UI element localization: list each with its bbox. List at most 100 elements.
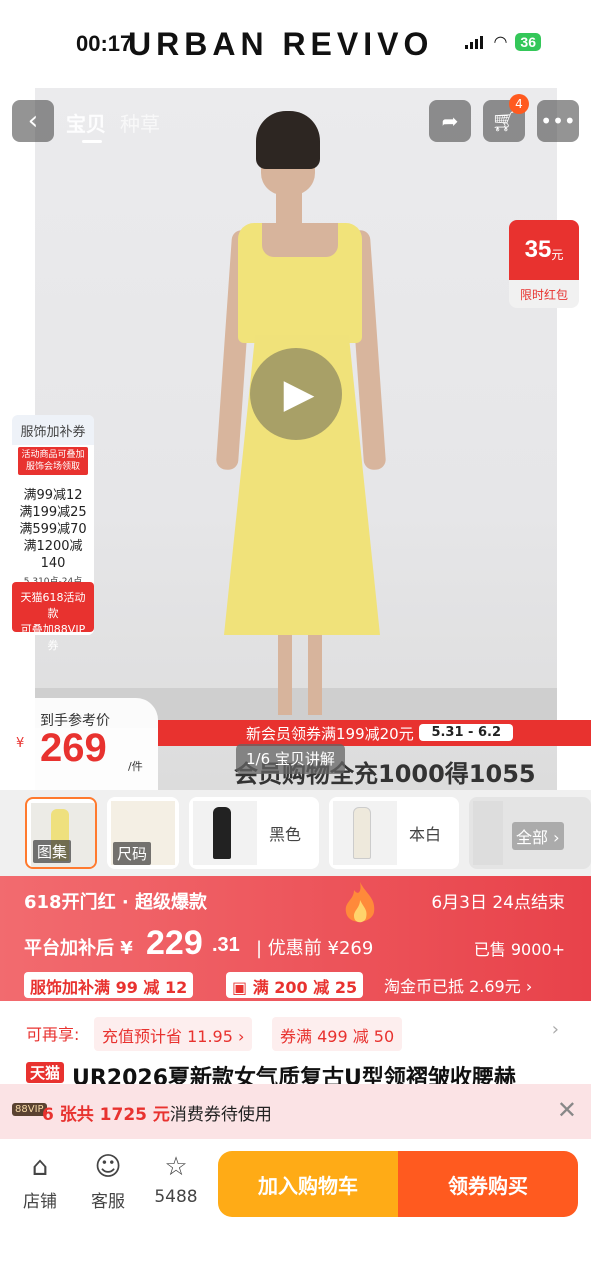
red-packet-label: 限时红包 [519, 288, 568, 302]
red-packet-amount: 35 [524, 236, 552, 263]
coupon-rule: 满99减12 [23, 488, 83, 503]
chevron-right-icon: › [238, 1027, 245, 1046]
chevron-left-icon: ‹ [27, 106, 39, 136]
reference-price: 到手参考价 ¥ 269 /件 [0, 698, 158, 790]
shop-button[interactable]: ⌂ 店铺 [12, 1151, 68, 1212]
status-icons: ◠ 36 [465, 32, 541, 51]
store-discount-label: 满 200 减 25 [252, 978, 358, 997]
play-icon: ▶ [283, 371, 315, 417]
store-icon: ▣ [232, 978, 248, 997]
voucher-tail: 消费券待使用 [169, 1105, 272, 1125]
tab-seeding[interactable]: 种草 [120, 108, 160, 137]
add-to-cart-button[interactable]: 加入购物车 [218, 1151, 398, 1217]
model-leg [278, 635, 292, 715]
ref-price-value: 269 [40, 726, 107, 770]
banner-price: 229 [146, 924, 203, 962]
red-packet-amount-area: 35 元 [509, 220, 579, 280]
promo-text: 新会员领券满199减20元 [246, 724, 414, 743]
share-icon: ➦ [441, 109, 459, 133]
thumbnail-dress [213, 807, 231, 859]
top-actions: ➦ 🛒︎ 4 ••• [429, 94, 579, 142]
ref-price-unit: /件 [128, 760, 143, 773]
recharge-savings-chip[interactable]: 充值预计省 11.95 › [94, 1017, 253, 1051]
chevron-right-icon: › [553, 828, 560, 847]
video-explain-tag[interactable]: 1/6 宝贝讲解 [236, 744, 345, 774]
thumbnail-label: 尺码 [113, 842, 152, 865]
banner-title: 618开门红 · 超级爆款 [24, 892, 207, 913]
red-packet-unit: 元 [551, 247, 564, 262]
color-white-label: 本白 [409, 825, 442, 844]
benefits-label: 可再享: [26, 1025, 80, 1044]
media-thumbnails: 图集 尺码 黑色 本白 全部 › [0, 790, 591, 876]
vip-voucher-bar[interactable]: 88VIP 6 张共 1725 元消费券待使用 ✕ [0, 1084, 591, 1139]
extra-benefits[interactable]: 可再享: 充值预计省 11.95 › 券满 499 减 50 › [0, 1001, 591, 1065]
close-icon[interactable]: ✕ [557, 1096, 577, 1124]
apparel-subsidy-chip[interactable]: 服饰加补满 99 减 12 [24, 972, 194, 998]
brand-logo: URBAN REVIVO [128, 26, 434, 62]
vip-card-line: 天猫618活动款 [20, 591, 86, 620]
top-nav: ‹ 宝贝 种草 ➦ 🛒︎ 4 ••• [0, 94, 591, 144]
thumbnail-gallery[interactable]: 图集 [25, 797, 97, 869]
shop-label: 店铺 [23, 1192, 57, 1212]
status-time: 00:17 [76, 31, 133, 56]
cart-badge: 4 [509, 94, 529, 114]
play-video-button[interactable]: ▶ [250, 348, 342, 440]
chevron-right-icon[interactable]: › [552, 1019, 559, 1040]
banner-price-label: 平台加补后 ¥ [24, 934, 133, 960]
coupon-threshold-chip[interactable]: 券满 499 减 50 [272, 1017, 403, 1051]
battery-icon: 36 [515, 32, 541, 51]
sold-count: 已售 9000+ [473, 940, 565, 959]
chevron-right-icon: › [525, 977, 533, 996]
dress-neckline [262, 223, 338, 257]
tab-item[interactable]: 宝贝 [66, 108, 106, 137]
view-all-label: 全部 [516, 828, 549, 847]
bottom-action-bar: ⌂ 店铺 ☺ 客服 ☆ 5488 加入购物车 领券购买 [0, 1139, 591, 1280]
banner-price-decimal: .31 [212, 934, 240, 956]
model-leg [308, 635, 322, 715]
cart-icon: 🛒︎ [491, 109, 517, 133]
price-label-text: 平台加补后 [24, 938, 114, 959]
color-black-label: 黑色 [269, 825, 302, 844]
red-packet-widget[interactable]: 35 元 限时红包 [509, 220, 579, 308]
favorite-button[interactable]: ☆ 5488 [148, 1151, 204, 1207]
flame-icon [345, 882, 375, 923]
coupon-card-note: 活动商品可叠加服饰会场领取 [18, 447, 88, 475]
more-icon: ••• [540, 109, 576, 133]
voucher-text: 6 张共 1725 元消费券待使用 [42, 1100, 272, 1125]
more-button[interactable]: ••• [537, 100, 579, 142]
taobao-coins-note[interactable]: 淘金币已抵 2.69元 › [384, 973, 532, 997]
ref-price-currency: ¥ [16, 736, 25, 751]
vip-card-line: 可叠加88VIP券 [20, 623, 86, 652]
banner-currency: ¥ [120, 938, 133, 959]
thumbnail-black[interactable]: 黑色 [189, 797, 319, 869]
tmall-badge: 天猫 [26, 1062, 65, 1083]
promo-618-banner[interactable]: 618开门红 · 超级爆款 6月3日 24点结束 平台加补后 ¥ 229 .31… [0, 876, 591, 1001]
coupon-rule: 满199减25 [19, 505, 87, 520]
star-icon: ☆ [164, 1152, 188, 1182]
customer-service-button[interactable]: ☺ 客服 [80, 1151, 136, 1212]
coupon-card-title: 服饰加补券 [12, 415, 94, 445]
promo-date: 5.31 - 6.2 [419, 724, 513, 741]
banner-original-price: | 优惠前 ¥269 [256, 938, 374, 959]
thumbnail-white[interactable]: 本白 [329, 797, 459, 869]
thumbnail-image [473, 801, 503, 865]
signal-icon [465, 35, 485, 49]
coupon-buy-button[interactable]: 领券购买 [398, 1151, 578, 1217]
service-label: 客服 [91, 1192, 125, 1212]
thumbnail-size[interactable]: 尺码 [107, 797, 179, 869]
product-title: 天猫 UR2026夏新款女气质复古U型领褶皱收腰赫 [0, 1060, 591, 1084]
share-button[interactable]: ➦ [429, 100, 471, 142]
product-hero: 00:17 URBAN REVIVO ◠ 36 ‹ 宝贝 种草 ➦ 🛒︎ 4 •… [0, 0, 591, 790]
vip-coupon-card[interactable]: 天猫618活动款 可叠加88VIP券 [12, 582, 94, 652]
store-discount-chip[interactable]: ▣ 满 200 减 25 [226, 972, 364, 998]
product-title-text: UR2026夏新款女气质复古U型领褶皱收腰赫 [72, 1066, 516, 1084]
view-all-button[interactable]: 全部 › [512, 822, 564, 850]
tao-label: 淘金币已抵 2.69元 [384, 977, 521, 996]
back-button[interactable]: ‹ [12, 100, 54, 142]
cart-button[interactable]: 🛒︎ 4 [483, 94, 529, 142]
status-bar: 00:17 URBAN REVIVO ◠ 36 [0, 0, 591, 88]
coupon-rules: 满99减12 满199减25 满599减70 满1200减140 [12, 477, 94, 572]
wifi-icon: ◠ [493, 32, 508, 51]
favorite-count: 5488 [154, 1187, 198, 1207]
new-member-promo[interactable]: 新会员领券满199减20元 5.31 - 6.2 [158, 720, 591, 746]
